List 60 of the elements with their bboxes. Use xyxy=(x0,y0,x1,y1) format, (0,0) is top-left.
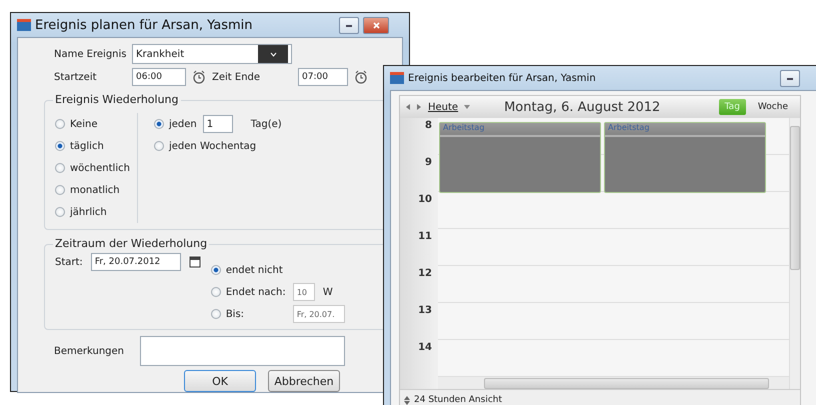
hour-label: 13 xyxy=(417,304,433,318)
end-time-field[interactable]: 07:00 xyxy=(298,68,348,86)
unit-label: W xyxy=(322,286,333,298)
interval-field[interactable]: 1 xyxy=(202,115,233,133)
group-title: Zeitraum der Wiederholung xyxy=(53,237,210,250)
event-name-dropdown[interactable]: Krankheit xyxy=(132,44,292,64)
clock-icon xyxy=(354,70,368,84)
hour-label: 8 xyxy=(424,119,433,133)
field-label: Bemerkungen xyxy=(54,346,124,356)
minimize-button[interactable] xyxy=(780,70,800,86)
hour-label: 12 xyxy=(417,267,433,281)
field-label: Zeit Ende xyxy=(212,72,262,82)
calendar-icon xyxy=(188,256,201,268)
close-icon xyxy=(372,22,380,28)
previous-icon xyxy=(406,104,411,110)
field-label: Name Ereignis xyxy=(54,48,126,60)
caret-icon xyxy=(464,105,470,109)
horizontal-scrollbar[interactable] xyxy=(484,378,769,388)
minimize-button[interactable] xyxy=(339,16,359,34)
hour-label: 9 xyxy=(424,156,433,170)
unit-label: Tag(e) xyxy=(250,118,282,130)
sort-icon xyxy=(404,396,410,404)
dialog-button[interactable]: OK xyxy=(184,370,256,392)
view-mode-label[interactable]: 24 Stunden Ansicht xyxy=(414,395,502,405)
field-label: Start: xyxy=(55,256,83,268)
dialog-button[interactable]: Abbrechen xyxy=(268,370,340,392)
field-label: Startzeit xyxy=(54,72,98,82)
window-title: Ereignis bearbeiten für Arsan, Yasmin xyxy=(408,72,597,84)
start-time-field[interactable]: 06:00 xyxy=(132,68,186,86)
recurrence-radio[interactable]: täglich xyxy=(55,135,137,157)
hour-label: 14 xyxy=(417,341,433,355)
recurrence-radio[interactable]: Keine xyxy=(55,113,137,135)
group-title: Ereignis Wiederholung xyxy=(53,93,181,106)
remarks-field[interactable] xyxy=(140,336,346,366)
chevron-down-icon xyxy=(270,52,276,56)
end-value-field[interactable]: Fr, 20.07. xyxy=(292,305,345,323)
minimize-icon xyxy=(787,76,793,80)
daily-option-radio[interactable]: jeden Wochentag xyxy=(154,135,256,157)
end-option-radio[interactable]: endet nicht xyxy=(210,259,285,281)
window-title: Ereignis planen für Arsan, Yasmin xyxy=(35,18,254,32)
today-link[interactable]: Heute xyxy=(428,102,458,112)
hour-label: 10 xyxy=(417,193,433,207)
end-option-radio[interactable]: Endet nach: xyxy=(210,281,285,303)
view-tab[interactable]: Woche xyxy=(752,99,794,115)
app-logo-icon xyxy=(17,19,31,31)
calendar-date: Montag, 6. August 2012 xyxy=(503,100,662,114)
start-date-field[interactable]: Fr, 20.07.2012 xyxy=(90,253,181,271)
daily-option-radio[interactable]: jeden xyxy=(154,113,197,135)
app-logo-icon xyxy=(390,72,404,84)
hour-label: 11 xyxy=(417,230,433,244)
end-value-field[interactable]: 10 xyxy=(292,283,315,301)
recurrence-radio[interactable]: jährlich xyxy=(55,201,137,223)
minimize-icon xyxy=(346,23,352,27)
recurrence-radio[interactable]: wöchentlich xyxy=(55,157,137,179)
vertical-scrollbar[interactable] xyxy=(790,126,800,270)
next-icon xyxy=(417,104,422,110)
recurrence-radio[interactable]: monatlich xyxy=(55,179,137,201)
close-button[interactable] xyxy=(363,16,389,34)
clock-icon xyxy=(192,70,206,84)
end-option-radio[interactable]: Bis: xyxy=(210,303,285,325)
